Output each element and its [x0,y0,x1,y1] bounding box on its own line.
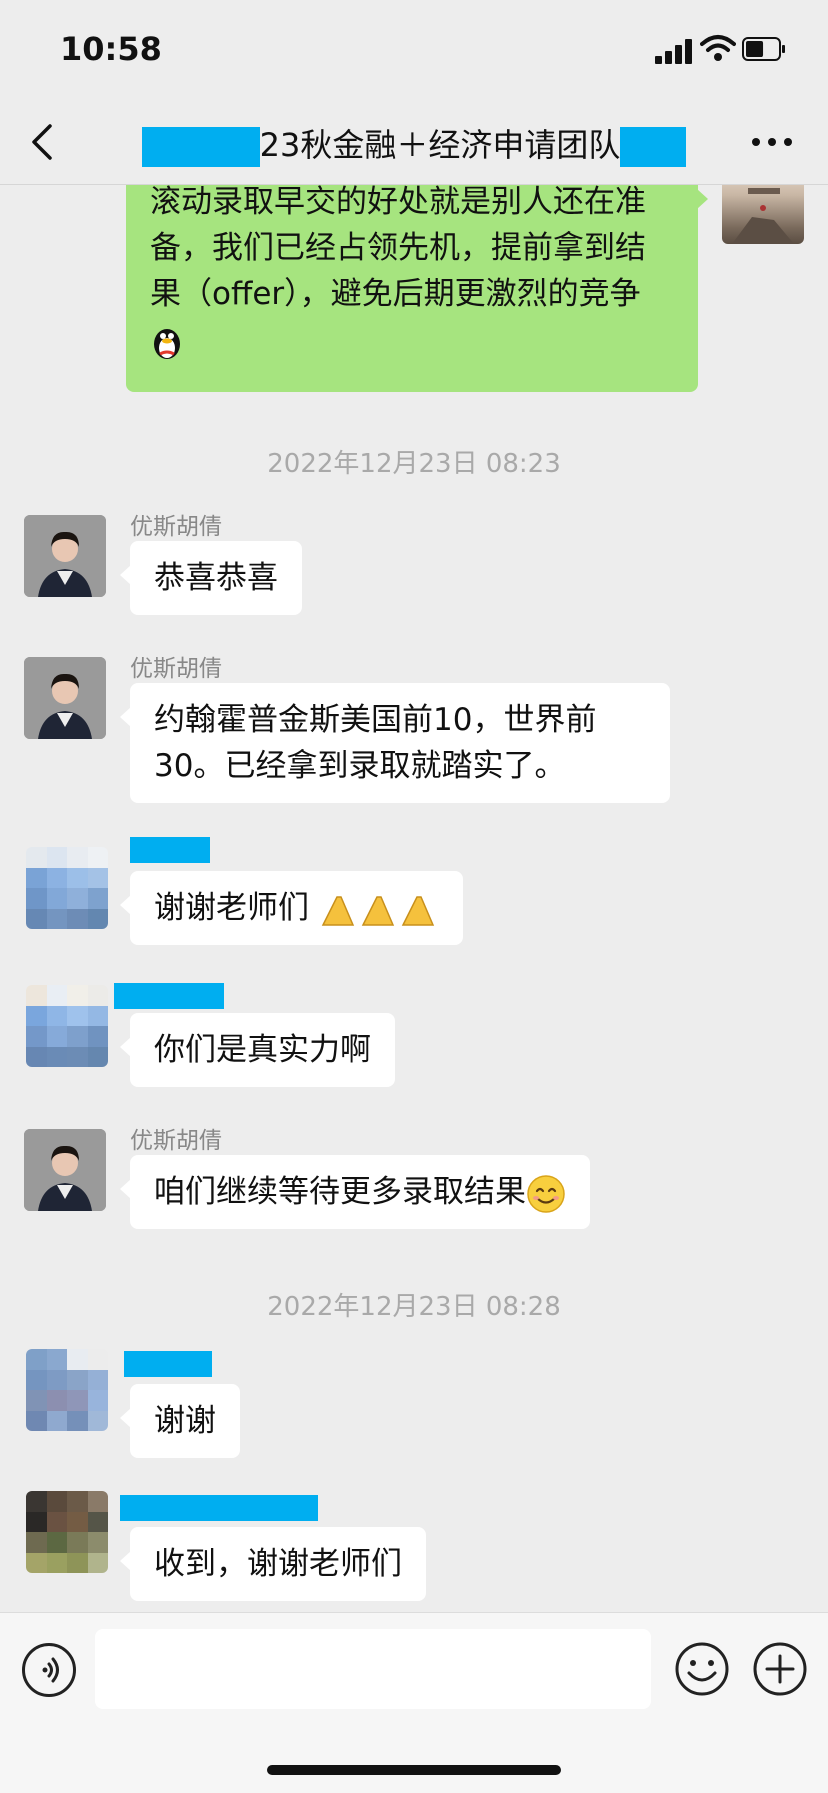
message-text: 恭喜恭喜 [154,560,278,596]
message-bubble[interactable]: 恭喜恭喜 [120,541,302,615]
avatar[interactable] [24,1129,106,1211]
more-dots-icon[interactable] [748,130,796,154]
folded-hands-emoji-icon [321,895,434,926]
sender-name: 优斯胡倩 [130,656,222,682]
message-text: 滚动录取早交的好处就是别人还在准备，我们已经占领先机，提前拿到结果（offer）… [150,185,646,312]
message-text: 收到，谢谢老师们 [154,1546,402,1582]
timestamp: 2022年12月23日 08:28 [267,1292,561,1322]
status-time: 10:58 [60,30,162,68]
status-bar: 10:58 [0,0,828,100]
message-input[interactable] [95,1629,651,1709]
redacted-block [141,127,260,167]
avatar-blurred[interactable] [26,847,108,929]
person-photo-icon [24,1129,106,1211]
redacted-sender [130,837,210,863]
message-bubble[interactable]: 你们是真实力啊 [120,1013,395,1087]
pixelated-image [26,847,108,929]
timestamp: 2022年12月23日 08:23 [267,449,561,479]
sender-name: 优斯胡倩 [130,514,222,540]
mountain-icon [732,188,794,244]
message-text-line: 30。已经拿到录取就踏实了。 [154,748,566,784]
pixelated-image [26,985,108,1067]
smiling-face-emoji-icon [527,1174,565,1213]
message-text: 谢谢老师们 [154,890,309,926]
message-text-line: 约翰霍普金斯美国前10，世界前 [154,702,597,738]
avatar-blurred[interactable] [26,985,108,1067]
user-avatar-self[interactable] [722,185,804,244]
wifi-icon [700,35,736,61]
message-bubble[interactable]: 收到，谢谢老师们 [120,1527,426,1601]
redacted-sender [124,1351,212,1377]
message-text: 谢谢 [154,1403,216,1439]
message-list[interactable]: 滚动录取早交的好处就是别人还在准备，我们已经占领先机，提前拿到结果（offer）… [0,185,828,1610]
avatar-blurred[interactable] [26,1349,108,1431]
avatar-blurred[interactable] [26,1491,108,1573]
smiley-icon[interactable] [674,1641,730,1697]
home-indicator[interactable] [267,1765,561,1775]
chat-title: 23秋金融＋经济申请团队 [0,120,828,167]
message-text: 你们是真实力啊 [154,1032,371,1068]
avatar[interactable] [24,657,106,739]
message-bubble[interactable]: 约翰霍普金斯美国前10，世界前 30。已经拿到录取就踏实了。 [120,683,670,803]
avatar[interactable] [24,515,106,597]
message-bubble-sent[interactable]: 滚动录取早交的好处就是别人还在准备，我们已经占领先机，提前拿到结果（offer）… [126,185,708,392]
voice-button[interactable] [22,1643,76,1697]
redacted-block [620,127,687,167]
redacted-sender [114,983,224,1009]
message-bubble[interactable]: 谢谢 [120,1384,240,1458]
chat-title-text: 23秋金融＋经济申请团队 [259,126,621,164]
message-bubble[interactable]: 咱们继续等待更多录取结果 [120,1155,590,1229]
pixelated-image [26,1349,108,1431]
sender-name: 优斯胡倩 [130,1128,222,1154]
person-photo-icon [24,657,106,739]
pixelated-image [26,1491,108,1573]
message-bubble[interactable]: 谢谢老师们 [120,871,463,945]
input-bar [0,1612,828,1793]
penguin-emoji-icon [154,328,180,359]
person-photo-icon [24,515,106,597]
chat-header: 23秋金融＋经济申请团队 [0,100,828,185]
voice-icon [42,1657,59,1683]
battery-icon [742,37,785,61]
plus-icon[interactable] [752,1641,808,1697]
cellular-signal-icon [655,39,692,64]
message-text: 咱们继续等待更多录取结果 [154,1174,526,1210]
redacted-sender [120,1495,318,1521]
